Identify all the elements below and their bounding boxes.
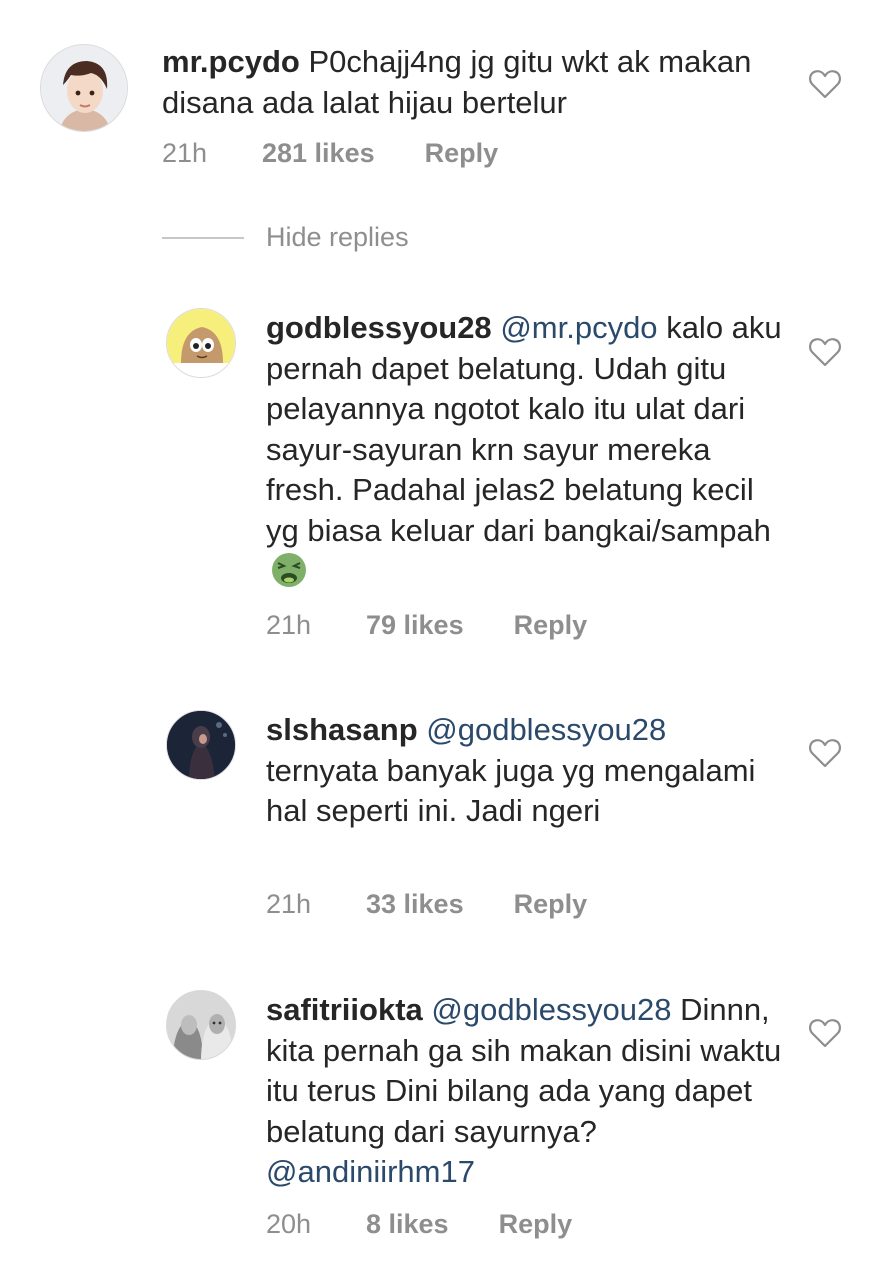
like-heart-icon[interactable] [808, 68, 842, 100]
boy-illustration-avatar-icon [41, 45, 127, 131]
comment-time: 21h [266, 610, 312, 640]
comment-username[interactable]: godblessyou28 [266, 310, 492, 345]
nauseated-face-emoji-icon [272, 553, 306, 587]
comment-likes[interactable]: 79 likes [366, 610, 464, 641]
like-heart-icon[interactable] [808, 737, 842, 769]
reply-button[interactable]: Reply [514, 610, 588, 641]
comment-mention[interactable]: @mr.pcydo [500, 310, 657, 345]
like-heart-icon[interactable] [808, 1017, 842, 1049]
comment-mention[interactable]: @godblessyou28 [431, 992, 671, 1027]
dark-hijab-avatar-icon [167, 711, 235, 779]
avatar-safitriiokta[interactable] [166, 990, 236, 1060]
comment-trailing-mention[interactable]: @andiniirhm17 [266, 1154, 475, 1189]
comment-username[interactable]: safitriiokta [266, 992, 423, 1027]
avatar-godblessyou28[interactable] [166, 308, 236, 378]
comment-time: 21h [266, 889, 312, 919]
reply-button[interactable]: Reply [499, 1209, 573, 1240]
pou-avatar-icon [167, 309, 235, 377]
hide-replies-divider [162, 237, 244, 239]
like-heart-icon[interactable] [808, 336, 842, 368]
reply-button[interactable]: Reply [425, 138, 499, 169]
comment-mention[interactable]: @godblessyou28 [426, 712, 666, 747]
comment-username[interactable]: mr.pcydo [162, 44, 300, 79]
comment-likes[interactable]: 281 likes [262, 138, 375, 169]
comment-username[interactable]: slshasanp [266, 712, 418, 747]
comment-text: kalo aku pernah dapet belatung. Udah git… [266, 310, 782, 548]
comment-time: 20h [266, 1209, 312, 1239]
comment-text: ternyata banyak juga yg mengalami hal se… [266, 752, 756, 829]
comment-likes[interactable]: 8 likes [366, 1209, 449, 1240]
comment-time: 21h [162, 138, 208, 168]
comment-likes[interactable]: 33 likes [366, 889, 464, 920]
avatar-mr-pcydo[interactable] [40, 44, 128, 132]
reply-button[interactable]: Reply [514, 889, 588, 920]
avatar-slshasanp[interactable] [166, 710, 236, 780]
hide-replies-button[interactable]: Hide replies [266, 222, 409, 253]
two-girls-avatar-icon [167, 991, 235, 1059]
